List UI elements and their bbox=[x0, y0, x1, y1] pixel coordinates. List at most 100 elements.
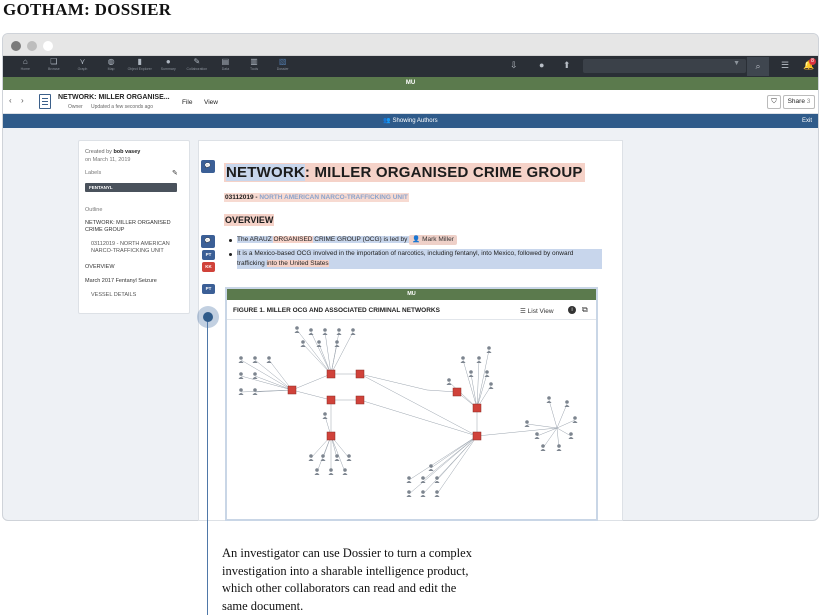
person-node-icon[interactable] bbox=[488, 382, 494, 389]
outline-item[interactable]: 03112019 - NORTH AMERICAN NARCO-TRAFFICK… bbox=[91, 241, 191, 255]
person-node-icon[interactable] bbox=[572, 416, 578, 423]
person-node-icon[interactable] bbox=[316, 340, 322, 347]
bullet-importation[interactable]: It is a Mexico-based OCG involved in the… bbox=[229, 249, 602, 269]
organization-node-icon[interactable] bbox=[326, 369, 336, 379]
author-badge-pt[interactable]: PT bbox=[202, 284, 215, 294]
share-button[interactable]: Share 3 bbox=[783, 95, 815, 109]
person-node-icon[interactable] bbox=[322, 328, 328, 335]
menu-icon[interactable]: ☰ bbox=[781, 60, 789, 71]
person-node-icon[interactable] bbox=[252, 372, 258, 379]
person-node-icon[interactable] bbox=[238, 372, 244, 379]
user-icon[interactable]: ● bbox=[539, 60, 544, 70]
comment-icon[interactable]: 💬 bbox=[201, 160, 215, 173]
info-icon[interactable]: i bbox=[568, 306, 576, 314]
person-node-icon[interactable] bbox=[300, 340, 306, 347]
external-link-icon[interactable]: ⧉ bbox=[582, 305, 588, 315]
organization-node-icon[interactable] bbox=[355, 369, 365, 379]
person-node-icon[interactable] bbox=[420, 476, 426, 483]
nav-object-explorer-icon[interactable]: ▮ Object Explorer bbox=[125, 57, 154, 72]
person-node-icon[interactable] bbox=[336, 328, 342, 335]
organization-node-icon[interactable] bbox=[287, 385, 297, 395]
person-node-icon[interactable] bbox=[468, 370, 474, 377]
view-menu[interactable]: View bbox=[204, 99, 218, 106]
document-heading[interactable]: NETWORK: MILLER ORGANISED CRIME GROUP bbox=[224, 163, 585, 182]
overview-heading[interactable]: OVERVIEW bbox=[224, 214, 275, 226]
person-node-icon[interactable] bbox=[534, 432, 540, 439]
nav-home-icon[interactable]: ⌂ Home bbox=[11, 57, 40, 72]
window-close-dot[interactable] bbox=[11, 41, 21, 51]
person-node-icon[interactable] bbox=[314, 468, 320, 475]
file-menu[interactable]: File bbox=[182, 99, 192, 106]
chevron-down-icon[interactable]: ▼ bbox=[733, 60, 740, 67]
nav-tools-icon[interactable]: ▥ Tools bbox=[240, 57, 269, 72]
person-node-icon[interactable] bbox=[320, 454, 326, 461]
person-node-icon[interactable] bbox=[334, 454, 340, 461]
nav-map-icon[interactable]: ◍ Map bbox=[97, 57, 126, 72]
window-maximize-dot[interactable] bbox=[43, 41, 53, 51]
person-node-icon[interactable] bbox=[476, 356, 482, 363]
person-node-icon[interactable] bbox=[328, 468, 334, 475]
app-search-input[interactable]: ▼ bbox=[583, 59, 746, 73]
person-node-icon[interactable] bbox=[350, 328, 356, 335]
person-node-icon[interactable] bbox=[486, 346, 492, 353]
back-button[interactable]: ‹ bbox=[9, 96, 12, 105]
exit-button[interactable]: Exit bbox=[802, 114, 812, 128]
nav-collaboration-icon[interactable]: ✎ Collaboration bbox=[183, 57, 212, 72]
person-node-icon[interactable] bbox=[406, 490, 412, 497]
person-node-icon[interactable] bbox=[524, 420, 530, 427]
shield-icon[interactable]: ⛉ bbox=[767, 95, 781, 109]
person-node-icon[interactable] bbox=[294, 326, 300, 333]
nav-summary-icon[interactable]: ● Summary bbox=[154, 57, 183, 72]
person-node-icon[interactable] bbox=[346, 454, 352, 461]
download-icon[interactable]: ⇩ bbox=[510, 60, 518, 71]
person-node-icon[interactable] bbox=[406, 476, 412, 483]
person-node-icon[interactable] bbox=[428, 464, 434, 471]
dateline[interactable]: 03112019 - NORTH AMERICAN NARCO-TRAFFICK… bbox=[224, 193, 409, 202]
author-badge-kk[interactable]: KK bbox=[202, 262, 215, 272]
organization-node-icon[interactable] bbox=[355, 395, 365, 405]
forward-button[interactable]: › bbox=[21, 96, 24, 105]
person-mention[interactable]: 👤 Mark Miller bbox=[409, 235, 457, 245]
person-node-icon[interactable] bbox=[252, 356, 258, 363]
nav-data-icon[interactable]: ▤ Data bbox=[211, 57, 240, 72]
outline-item[interactable]: OVERVIEW bbox=[85, 264, 185, 271]
person-node-icon[interactable] bbox=[556, 444, 562, 451]
nav-graph-icon[interactable]: ⋎ Graph bbox=[68, 57, 97, 72]
person-node-icon[interactable] bbox=[238, 356, 244, 363]
organization-node-icon[interactable] bbox=[472, 431, 482, 441]
person-node-icon[interactable] bbox=[322, 412, 328, 419]
nav-dossier-icon[interactable]: ▧ Dossier bbox=[268, 57, 297, 72]
outline-item[interactable]: March 2017 Fentanyl Seizure bbox=[85, 278, 185, 285]
search-icon[interactable]: ⌕ bbox=[747, 57, 769, 76]
outline-item[interactable]: NETWORK: MILLER ORGANISED CRIME GROUP bbox=[85, 220, 185, 234]
nav-browse-icon[interactable]: ❏ Browse bbox=[40, 57, 69, 72]
person-node-icon[interactable] bbox=[308, 454, 314, 461]
organization-node-icon[interactable] bbox=[472, 403, 482, 413]
person-node-icon[interactable] bbox=[266, 356, 272, 363]
organization-node-icon[interactable] bbox=[452, 387, 462, 397]
label-tag[interactable]: FENTANYL bbox=[85, 183, 177, 192]
person-node-icon[interactable] bbox=[460, 356, 466, 363]
person-node-icon[interactable] bbox=[420, 490, 426, 497]
person-node-icon[interactable] bbox=[484, 370, 490, 377]
network-figure[interactable]: MU FIGURE 1. MILLER OCG AND ASSOCIATED C… bbox=[225, 287, 598, 521]
window-minimize-dot[interactable] bbox=[27, 41, 37, 51]
outline-item[interactable]: VESSEL DETAILS bbox=[91, 292, 191, 299]
bullet-leader[interactable]: The ARAUZ ORGANISED CRIME GROUP (OCG) is… bbox=[229, 235, 507, 245]
person-node-icon[interactable] bbox=[334, 340, 340, 347]
person-node-icon[interactable] bbox=[564, 400, 570, 407]
author-badge-pt[interactable]: PT bbox=[202, 250, 215, 260]
list-view-button[interactable]: ☰ List View bbox=[520, 307, 554, 315]
upload-icon[interactable]: ⬆ bbox=[563, 60, 571, 71]
person-node-icon[interactable] bbox=[546, 396, 552, 403]
showing-authors[interactable]: 👥 Showing Authors bbox=[3, 114, 818, 128]
person-node-icon[interactable] bbox=[568, 432, 574, 439]
person-node-icon[interactable] bbox=[238, 388, 244, 395]
person-node-icon[interactable] bbox=[308, 328, 314, 335]
person-node-icon[interactable] bbox=[342, 468, 348, 475]
edit-labels-icon[interactable]: ✎ bbox=[172, 169, 178, 177]
organization-node-icon[interactable] bbox=[326, 395, 336, 405]
network-graph[interactable] bbox=[227, 320, 598, 521]
comment-icon[interactable]: 💬 bbox=[201, 235, 215, 248]
person-node-icon[interactable] bbox=[446, 378, 452, 385]
